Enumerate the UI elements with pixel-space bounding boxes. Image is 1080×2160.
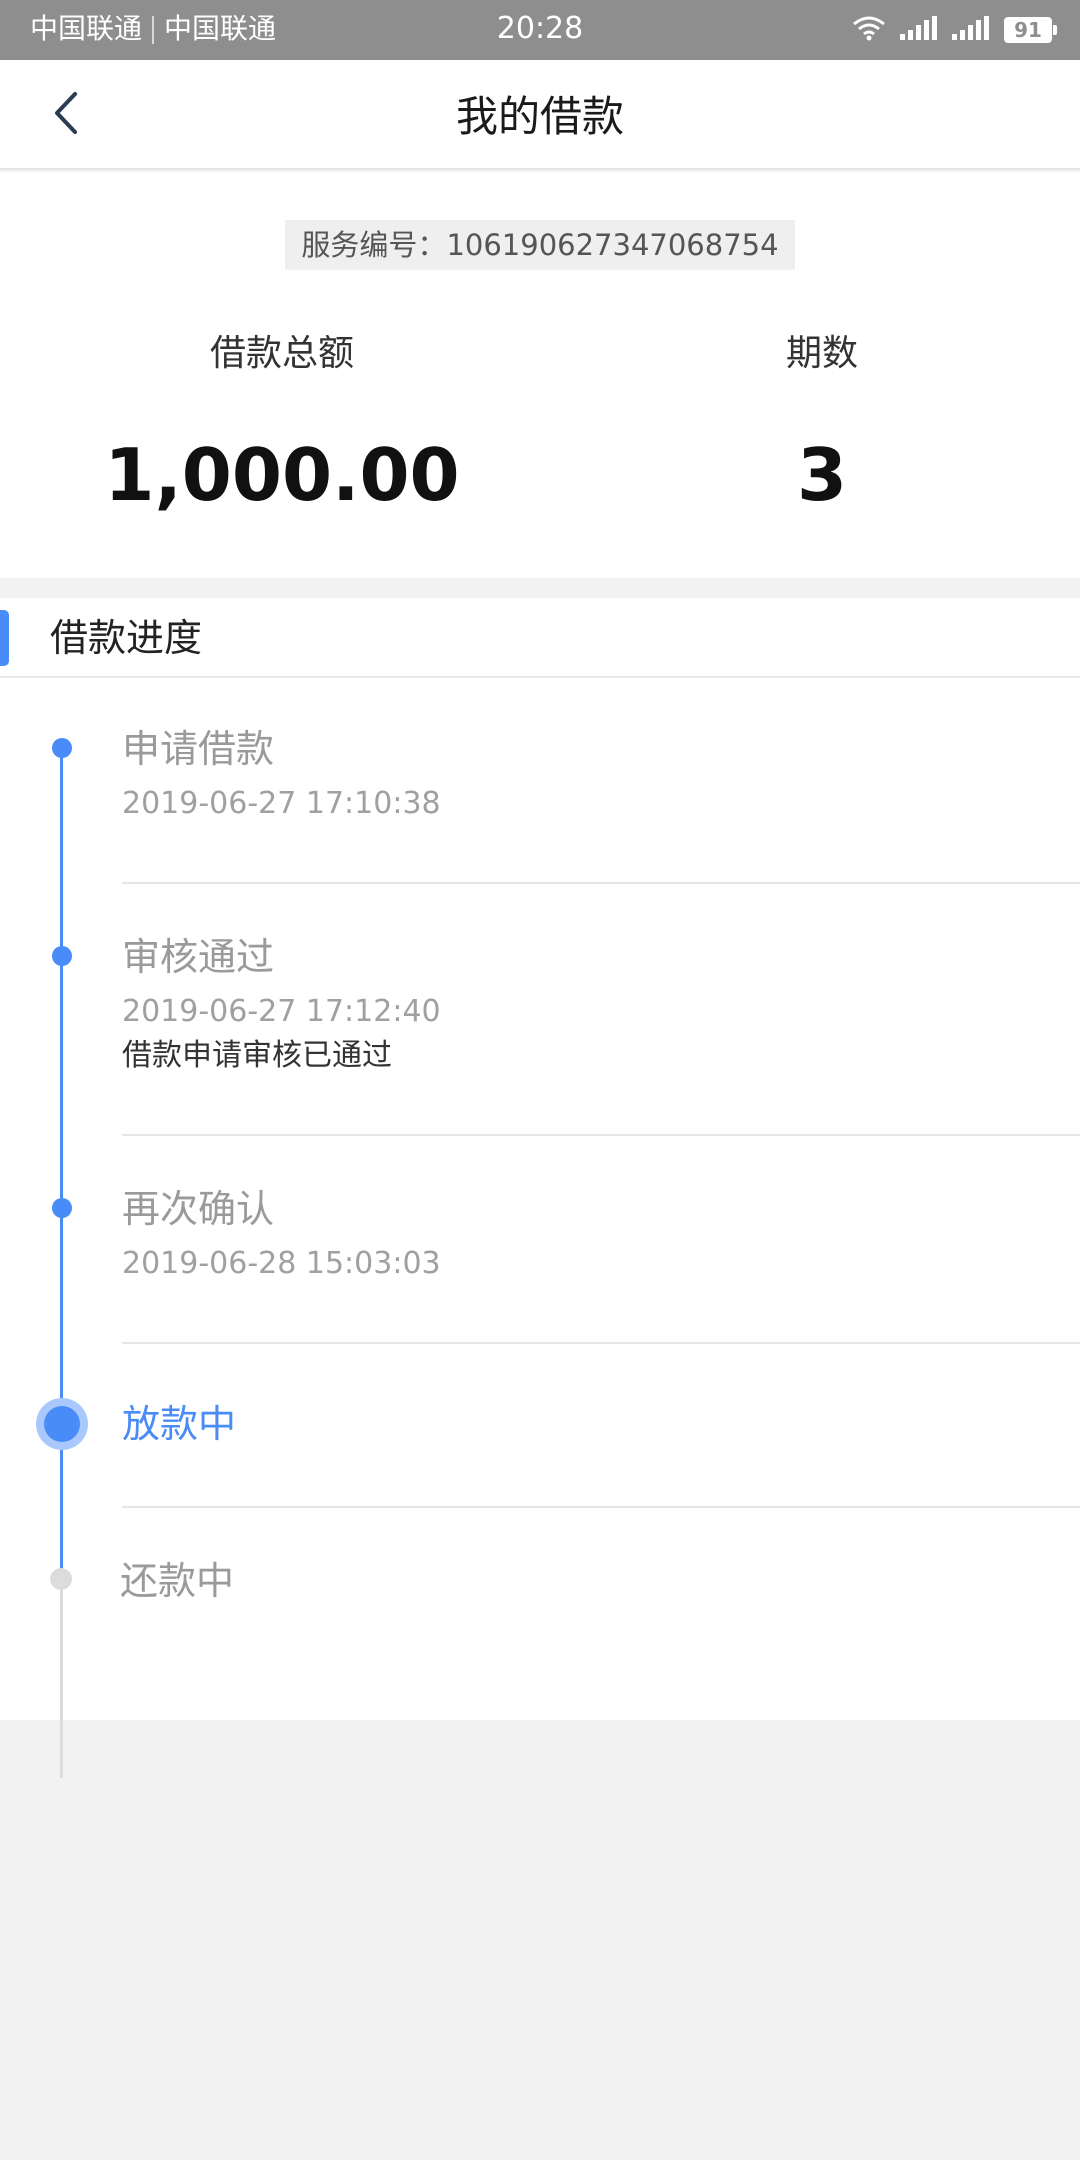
- step-dot: [52, 946, 72, 966]
- step-dot: [52, 738, 72, 758]
- page-title: 我的借款: [455, 92, 624, 141]
- timeline-line-done: [60, 748, 63, 1580]
- signal-2-icon: [952, 16, 990, 44]
- nav-bar: 我的借款: [0, 60, 1080, 170]
- step-time: 2019-06-27 17:10:38: [122, 786, 441, 821]
- signal-icon: [900, 16, 938, 44]
- section-header: 借款进度: [0, 598, 1080, 678]
- step-divider: [122, 1134, 1080, 1136]
- step-dot-pending: [50, 1568, 72, 1590]
- battery-icon: 91: [1004, 17, 1057, 43]
- status-icons: 91: [852, 14, 1057, 46]
- step-title: 再次确认: [122, 1187, 275, 1231]
- section-accent-bar: [0, 610, 9, 666]
- periods-label: 期数: [785, 333, 858, 374]
- step-title: 申请借款: [122, 727, 275, 771]
- step-description: 借款申请审核已通过: [122, 1038, 392, 1073]
- step-title: 放款中: [122, 1402, 237, 1446]
- step-time: 2019-06-27 17:12:40: [122, 994, 441, 1029]
- wifi-icon: [852, 15, 886, 45]
- amount-value: 1,000.00: [104, 433, 460, 517]
- section-title: 借款进度: [50, 616, 203, 660]
- step-dot-active: [44, 1406, 80, 1442]
- service-number-value: 106190627347068754: [446, 228, 779, 262]
- step-divider: [122, 882, 1080, 884]
- status-bar: 中国联通 中国联通 20:28 91: [0, 0, 1080, 60]
- loan-progress: 借款进度 申请借款 2019-06-27 17:10:38 审核通过 2019-…: [0, 598, 1080, 1778]
- service-number-badge: 服务编号：106190627347068754: [285, 220, 795, 270]
- step-time: 2019-06-28 15:03:03: [122, 1246, 441, 1281]
- step-divider: [122, 1506, 1080, 1508]
- loan-summary: 服务编号：106190627347068754 借款总额 1,000.00 期数…: [0, 172, 1080, 578]
- periods-value: 3: [796, 433, 848, 517]
- step-divider: [122, 1342, 1080, 1344]
- step-title: 还款中: [120, 1559, 235, 1603]
- timeline-line-pending: [60, 1580, 63, 1778]
- service-number-label: 服务编号：: [301, 228, 447, 262]
- amount-label: 借款总额: [209, 333, 354, 374]
- step-title: 审核通过: [122, 935, 275, 979]
- step-dot: [52, 1198, 72, 1218]
